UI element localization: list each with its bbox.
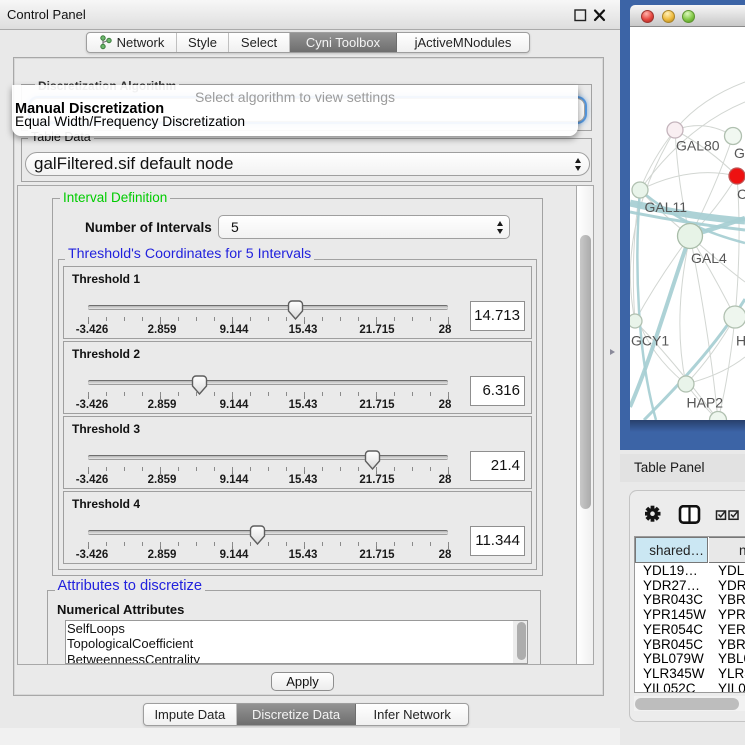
svg-text:GAL4: GAL4 [691,250,727,266]
svg-text:GAL80: GAL80 [676,138,720,154]
svg-text:GCY1: GCY1 [631,333,669,349]
svg-text:C: C [737,186,745,202]
svg-text:HAP2: HAP2 [687,395,724,411]
svg-text:H: H [736,333,745,349]
svg-text:GAL11: GAL11 [645,199,688,215]
svg-text:GA: GA [734,145,745,161]
